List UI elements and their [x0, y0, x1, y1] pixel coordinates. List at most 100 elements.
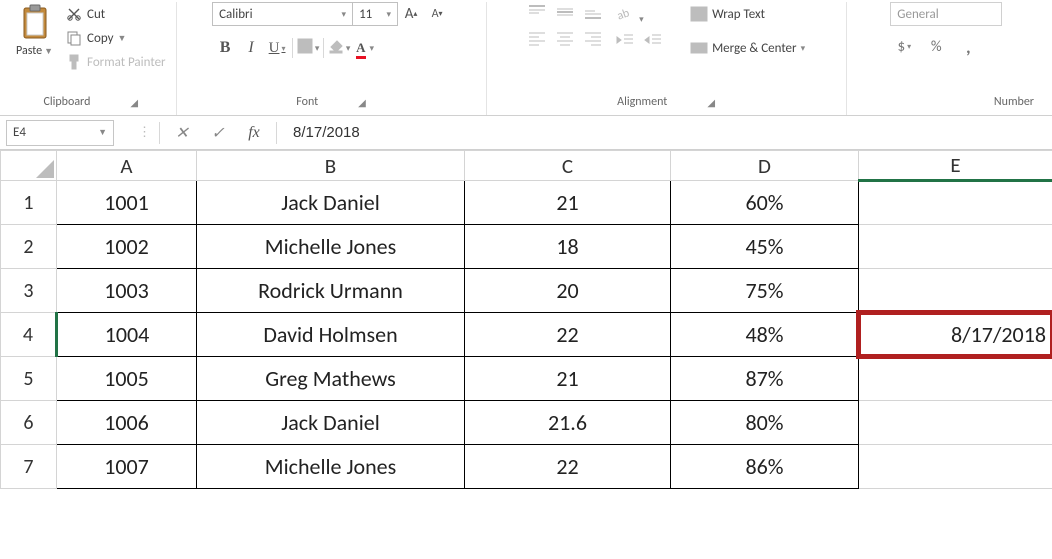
decrease-indent-button[interactable]: [615, 32, 637, 50]
comma-format-button[interactable]: ,: [954, 36, 982, 58]
italic-button[interactable]: I: [238, 36, 264, 60]
cell-D4[interactable]: 48%: [671, 313, 859, 357]
cell-C1[interactable]: 21: [465, 181, 671, 225]
cell-D6[interactable]: 80%: [671, 401, 859, 445]
group-number-label: Number: [994, 95, 1034, 109]
col-header-C[interactable]: C: [465, 151, 671, 181]
row-header-6[interactable]: 6: [1, 401, 57, 445]
cell-E1[interactable]: [859, 181, 1052, 225]
row-header-1[interactable]: 1: [1, 181, 57, 225]
group-font: Calibri ▾ 11 ▾ A▴ A▾ B I U▾: [177, 2, 487, 115]
cell-B5[interactable]: Greg Mathews: [197, 357, 465, 401]
fill-color-button[interactable]: ▾: [326, 36, 352, 60]
align-top-button[interactable]: [527, 4, 549, 22]
cell-B3[interactable]: Rodrick Urmann: [197, 269, 465, 313]
font-color-button[interactable]: A ▾: [352, 36, 378, 60]
cell-A1[interactable]: 1001: [57, 181, 197, 225]
cell-A4[interactable]: 1004: [57, 313, 197, 357]
orientation-button[interactable]: ab▾: [615, 4, 645, 22]
cell-A3[interactable]: 1003: [57, 269, 197, 313]
borders-button[interactable]: ▾: [295, 36, 321, 60]
row-header-5[interactable]: 5: [1, 357, 57, 401]
format-painter-label: Format Painter: [87, 55, 166, 70]
insert-function-button[interactable]: fx: [240, 120, 268, 146]
cancel-button[interactable]: ✕: [168, 120, 196, 146]
row-header-7[interactable]: 7: [1, 445, 57, 489]
cell-B6[interactable]: Jack Daniel: [197, 401, 465, 445]
row-header-3[interactable]: 3: [1, 269, 57, 313]
dropdown-icon: ▾: [281, 44, 285, 53]
dropdown-icon: ▼: [44, 46, 53, 57]
group-clipboard: Paste▼ Cut Copy ▼: [6, 2, 177, 115]
decrease-font-button[interactable]: A▾: [424, 2, 450, 26]
percent-format-button[interactable]: %: [922, 36, 950, 58]
bold-button[interactable]: B: [212, 36, 238, 60]
cell-C5[interactable]: 21: [465, 357, 671, 401]
cell-A7[interactable]: 1007: [57, 445, 197, 489]
align-center-button[interactable]: [555, 30, 577, 48]
dropdown-icon: ▼: [98, 127, 107, 138]
copy-icon: [65, 30, 83, 46]
align-middle-button[interactable]: [555, 4, 577, 22]
col-header-B[interactable]: B: [197, 151, 465, 181]
merge-center-button[interactable]: Merge & Center ▾: [686, 36, 809, 60]
cell-D3[interactable]: 75%: [671, 269, 859, 313]
cell-C4[interactable]: 22: [465, 313, 671, 357]
font-name-select[interactable]: Calibri ▾: [213, 3, 353, 25]
col-header-A[interactable]: A: [57, 151, 197, 181]
row-header-2[interactable]: 2: [1, 225, 57, 269]
cell-B7[interactable]: Michelle Jones: [197, 445, 465, 489]
cell-D2[interactable]: 45%: [671, 225, 859, 269]
cell-D7[interactable]: 86%: [671, 445, 859, 489]
font-color-icon: A: [356, 40, 365, 56]
align-left-button[interactable]: [527, 30, 549, 48]
cell-B4[interactable]: David Holmsen: [197, 313, 465, 357]
cell-E7[interactable]: [859, 445, 1052, 489]
cell-E3[interactable]: [859, 269, 1052, 313]
group-alignment: ab▾ Wrap Text Merge & Center ▾: [487, 2, 847, 115]
cut-button[interactable]: Cut: [61, 2, 170, 26]
cell-E5[interactable]: [859, 357, 1052, 401]
cell-B1[interactable]: Jack Daniel: [197, 181, 465, 225]
align-right-button[interactable]: [583, 30, 605, 48]
col-header-D[interactable]: D: [671, 151, 859, 181]
format-painter-button[interactable]: Format Painter: [61, 50, 170, 74]
select-all-corner[interactable]: [1, 151, 57, 181]
cell-C6[interactable]: 21.6: [465, 401, 671, 445]
paste-button[interactable]: Paste▼: [12, 2, 57, 60]
spreadsheet-grid: A B C D E 11001Jack Daniel2160%21002Mich…: [0, 150, 1052, 489]
cell-E2[interactable]: [859, 225, 1052, 269]
dropdown-icon: ▾: [801, 43, 806, 54]
cell-C7[interactable]: 22: [465, 445, 671, 489]
cell-D1[interactable]: 60%: [671, 181, 859, 225]
accounting-format-button[interactable]: $▾: [890, 36, 918, 58]
col-header-E[interactable]: E: [859, 151, 1052, 181]
dropdown-icon: ▼: [117, 33, 126, 44]
increase-font-button[interactable]: A▴: [398, 2, 424, 26]
cell-A2[interactable]: 1002: [57, 225, 197, 269]
cell-A6[interactable]: 1006: [57, 401, 197, 445]
cell-D5[interactable]: 87%: [671, 357, 859, 401]
cell-E6[interactable]: [859, 401, 1052, 445]
cell-C3[interactable]: 20: [465, 269, 671, 313]
formula-input[interactable]: [285, 120, 1046, 146]
cell-B2[interactable]: Michelle Jones: [197, 225, 465, 269]
number-format-value: General: [897, 7, 938, 22]
cell-C2[interactable]: 18: [465, 225, 671, 269]
underline-button[interactable]: U▾: [264, 36, 290, 60]
alignment-launcher-icon[interactable]: ◢: [707, 96, 715, 109]
increase-indent-button[interactable]: [643, 32, 665, 50]
number-format-select[interactable]: General: [890, 2, 1002, 26]
font-launcher-icon[interactable]: ◢: [358, 96, 366, 109]
wrap-text-icon: [690, 6, 708, 22]
name-box[interactable]: E4 ▼: [6, 120, 114, 146]
align-bottom-button[interactable]: [583, 4, 605, 22]
cell-A5[interactable]: 1005: [57, 357, 197, 401]
row-header-4[interactable]: 4: [1, 313, 57, 357]
cell-E4[interactable]: 8/17/2018: [859, 313, 1052, 357]
font-size-select[interactable]: 11 ▾: [353, 3, 397, 25]
clipboard-launcher-icon[interactable]: ◢: [130, 96, 138, 109]
enter-button[interactable]: ✓: [204, 120, 232, 146]
wrap-text-button[interactable]: Wrap Text: [686, 2, 809, 26]
copy-button[interactable]: Copy ▼: [61, 26, 170, 50]
